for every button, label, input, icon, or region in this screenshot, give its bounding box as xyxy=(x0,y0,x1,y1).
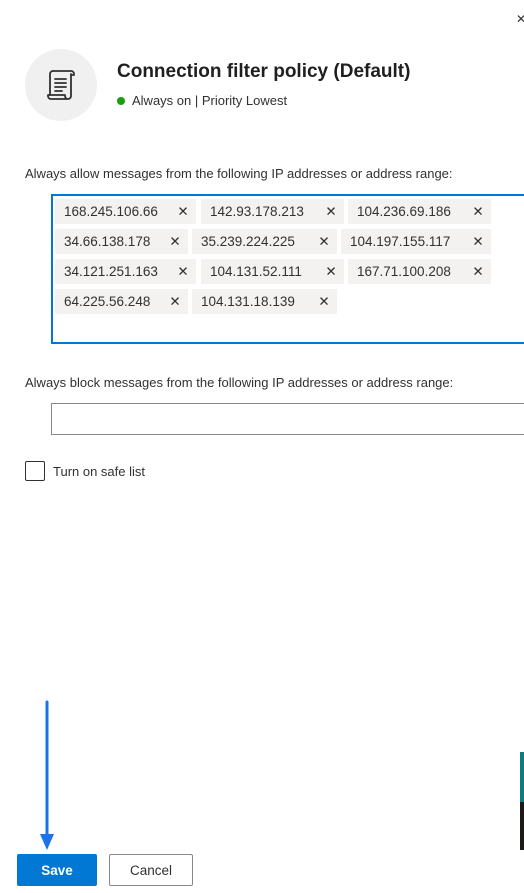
ip-tag-label: 104.197.155.117 xyxy=(350,234,451,249)
close-icon: ✕ xyxy=(516,12,524,26)
side-strip-dark xyxy=(520,802,524,850)
side-strip-teal xyxy=(520,752,524,802)
ip-tag: 104.131.52.111 ✕ xyxy=(201,259,344,284)
ip-tag-label: 34.66.138.178 xyxy=(64,234,151,249)
remove-tag-icon[interactable]: ✕ xyxy=(317,229,331,254)
remove-tag-icon[interactable]: ✕ xyxy=(176,199,190,224)
allow-list-label: Always allow messages from the following… xyxy=(25,166,453,181)
ip-tag-label: 104.131.52.111 xyxy=(210,264,302,279)
ip-tag: 168.245.106.66 ✕ xyxy=(55,199,196,224)
ip-tag-label: 168.245.106.66 xyxy=(64,204,158,219)
block-list-input[interactable] xyxy=(51,403,524,435)
remove-tag-icon[interactable]: ✕ xyxy=(324,259,338,284)
remove-tag-icon[interactable]: ✕ xyxy=(168,289,182,314)
ip-tag-label: 167.71.100.208 xyxy=(357,264,451,279)
close-button[interactable]: ✕ xyxy=(516,12,524,26)
cancel-button[interactable]: Cancel xyxy=(109,854,193,886)
remove-tag-icon[interactable]: ✕ xyxy=(317,289,331,314)
remove-tag-icon[interactable]: ✕ xyxy=(471,229,485,254)
ip-tag-label: 64.225.56.248 xyxy=(64,294,151,309)
ip-tag: 34.66.138.178 ✕ xyxy=(55,229,188,254)
ip-tag-label: 104.236.69.186 xyxy=(357,204,451,219)
safe-list-label[interactable]: Turn on safe list xyxy=(53,464,145,479)
status-dot-icon xyxy=(117,96,125,105)
save-button[interactable]: Save xyxy=(17,854,97,886)
ip-tag: 142.93.178.213 ✕ xyxy=(201,199,344,224)
ip-tag-label: 35.239.224.225 xyxy=(201,234,295,249)
ip-tag-label: 104.131.18.139 xyxy=(201,294,295,309)
remove-tag-icon[interactable]: ✕ xyxy=(176,259,190,284)
ip-tag: 104.197.155.117 ✕ xyxy=(341,229,491,254)
ip-tag: 104.236.69.186 ✕ xyxy=(348,199,491,224)
ip-tag-label: 34.121.251.163 xyxy=(64,264,158,279)
policy-icon-circle xyxy=(25,49,97,121)
ip-tag: 64.225.56.248 ✕ xyxy=(55,289,188,314)
remove-tag-icon[interactable]: ✕ xyxy=(471,199,485,224)
status-line: Always on | Priority Lowest xyxy=(117,93,287,108)
safe-list-checkbox[interactable] xyxy=(25,461,45,481)
page-title: Connection filter policy (Default) xyxy=(117,61,411,82)
remove-tag-icon[interactable]: ✕ xyxy=(471,259,485,284)
status-text: Always on | Priority Lowest xyxy=(132,93,288,108)
ip-tag: 35.239.224.225 ✕ xyxy=(192,229,337,254)
ip-tag: 104.131.18.139 ✕ xyxy=(192,289,337,314)
ip-tag: 167.71.100.208 ✕ xyxy=(348,259,491,284)
policy-scroll-icon xyxy=(47,70,75,100)
remove-tag-icon[interactable]: ✕ xyxy=(168,229,182,254)
allow-list-tag-input[interactable]: 168.245.106.66 ✕ 142.93.178.213 ✕ 104.23… xyxy=(51,194,524,344)
block-list-label: Always block messages from the following… xyxy=(25,375,454,390)
annotation-arrow-icon xyxy=(40,700,54,850)
ip-tag-label: 142.93.178.213 xyxy=(210,204,304,219)
ip-tag: 34.121.251.163 ✕ xyxy=(55,259,196,284)
remove-tag-icon[interactable]: ✕ xyxy=(324,199,338,224)
